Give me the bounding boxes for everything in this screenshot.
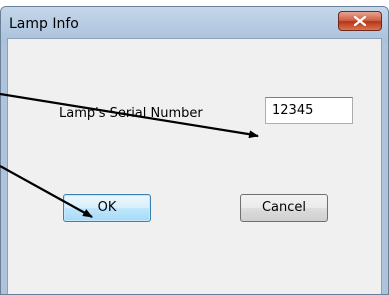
- dialog-client-area: [7, 38, 382, 294]
- lamp-info-dialog: Lamp Info: [0, 6, 389, 295]
- serial-number-input[interactable]: 12345: [265, 97, 353, 124]
- close-x-icon: [354, 16, 366, 26]
- screenshot-stage: Lamp Info Lamp's Serial Number 12345 OK …: [0, 0, 389, 295]
- serial-number-label: Lamp's Serial Number: [59, 106, 203, 121]
- close-button[interactable]: [338, 11, 382, 31]
- dialog-title: Lamp Info: [9, 16, 79, 32]
- cancel-button[interactable]: Cancel: [240, 194, 328, 222]
- ok-button[interactable]: OK: [63, 194, 151, 222]
